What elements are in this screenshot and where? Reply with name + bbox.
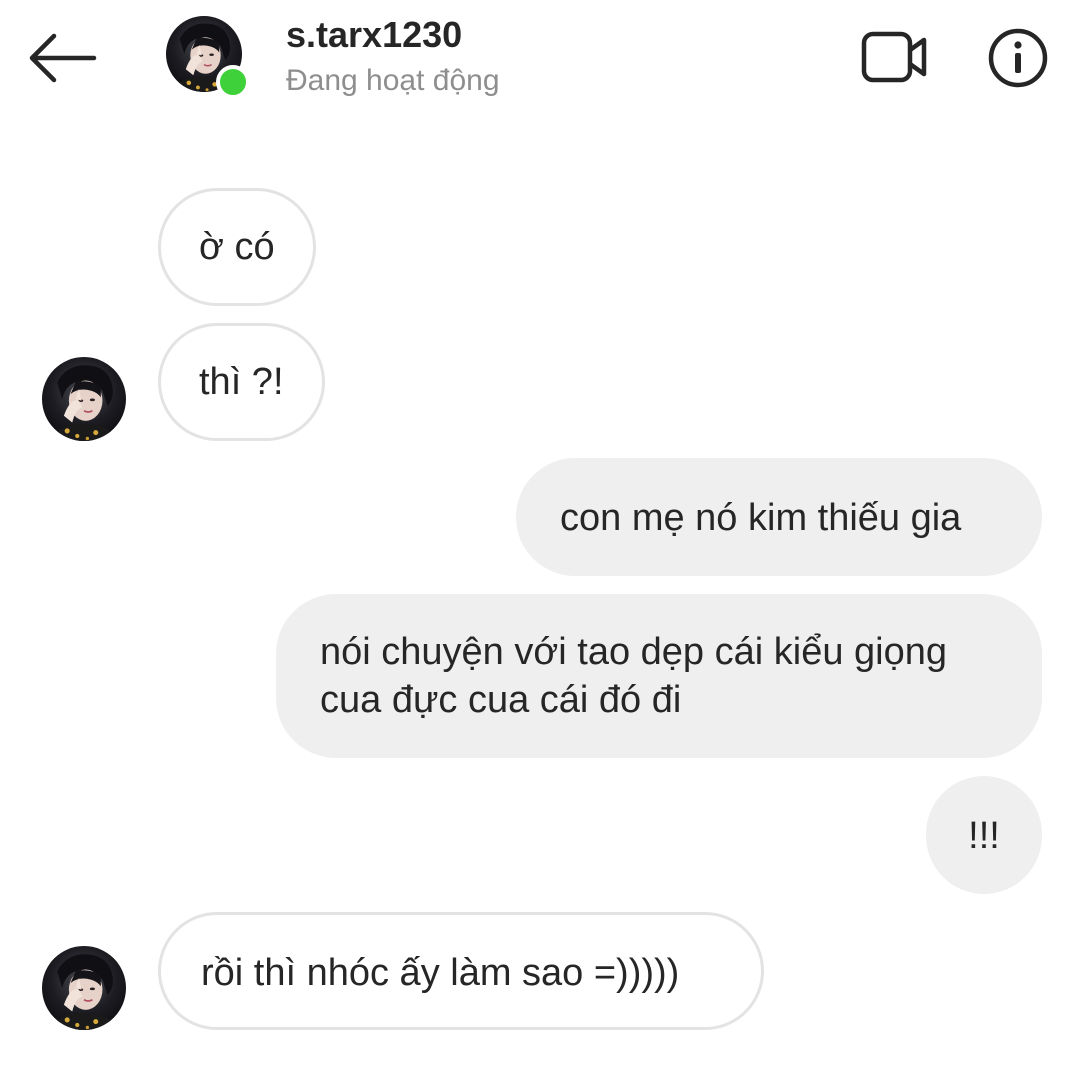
- message-text-line: nói chuyện với tao dẹp cái kiểu giọng: [320, 631, 947, 673]
- back-button[interactable]: [22, 20, 102, 96]
- message-bubble-outgoing[interactable]: nói chuyện với tao dẹp cái kiểu giọng cu…: [276, 594, 1042, 758]
- video-call-button[interactable]: [860, 28, 930, 88]
- message-bubble-outgoing[interactable]: con mẹ nó kim thiếu gia: [516, 458, 1042, 576]
- arrow-left-icon: [29, 33, 97, 83]
- chat-header: s.tarx1230 Đang hoạt động: [0, 0, 1080, 120]
- chat-username[interactable]: s.tarx1230: [286, 14, 462, 56]
- message-bubble-incoming[interactable]: rồi thì nhóc ấy làm sao =))))): [158, 912, 764, 1030]
- message-text: !!!: [968, 815, 1000, 857]
- message-text: rồi thì nhóc ấy làm sao =))))): [201, 952, 680, 994]
- message-text: ờ có: [199, 226, 275, 268]
- message-text: con mẹ nó kim thiếu gia: [560, 497, 962, 539]
- message-bubble-incoming[interactable]: thì ?!: [158, 323, 325, 441]
- online-status-dot: [216, 65, 250, 99]
- message-bubble-outgoing[interactable]: !!!: [926, 776, 1042, 894]
- message-bubble-incoming[interactable]: ờ có: [158, 188, 316, 306]
- activity-status: Đang hoạt động: [286, 64, 500, 97]
- message-text-line: cua đực cua cái đó đi: [320, 679, 682, 721]
- sender-avatar[interactable]: [42, 357, 126, 441]
- message-text: thì ?!: [199, 361, 284, 403]
- info-button[interactable]: [986, 26, 1050, 90]
- info-icon: [988, 28, 1048, 88]
- sender-avatar[interactable]: [42, 946, 126, 1030]
- video-call-icon: [861, 31, 927, 83]
